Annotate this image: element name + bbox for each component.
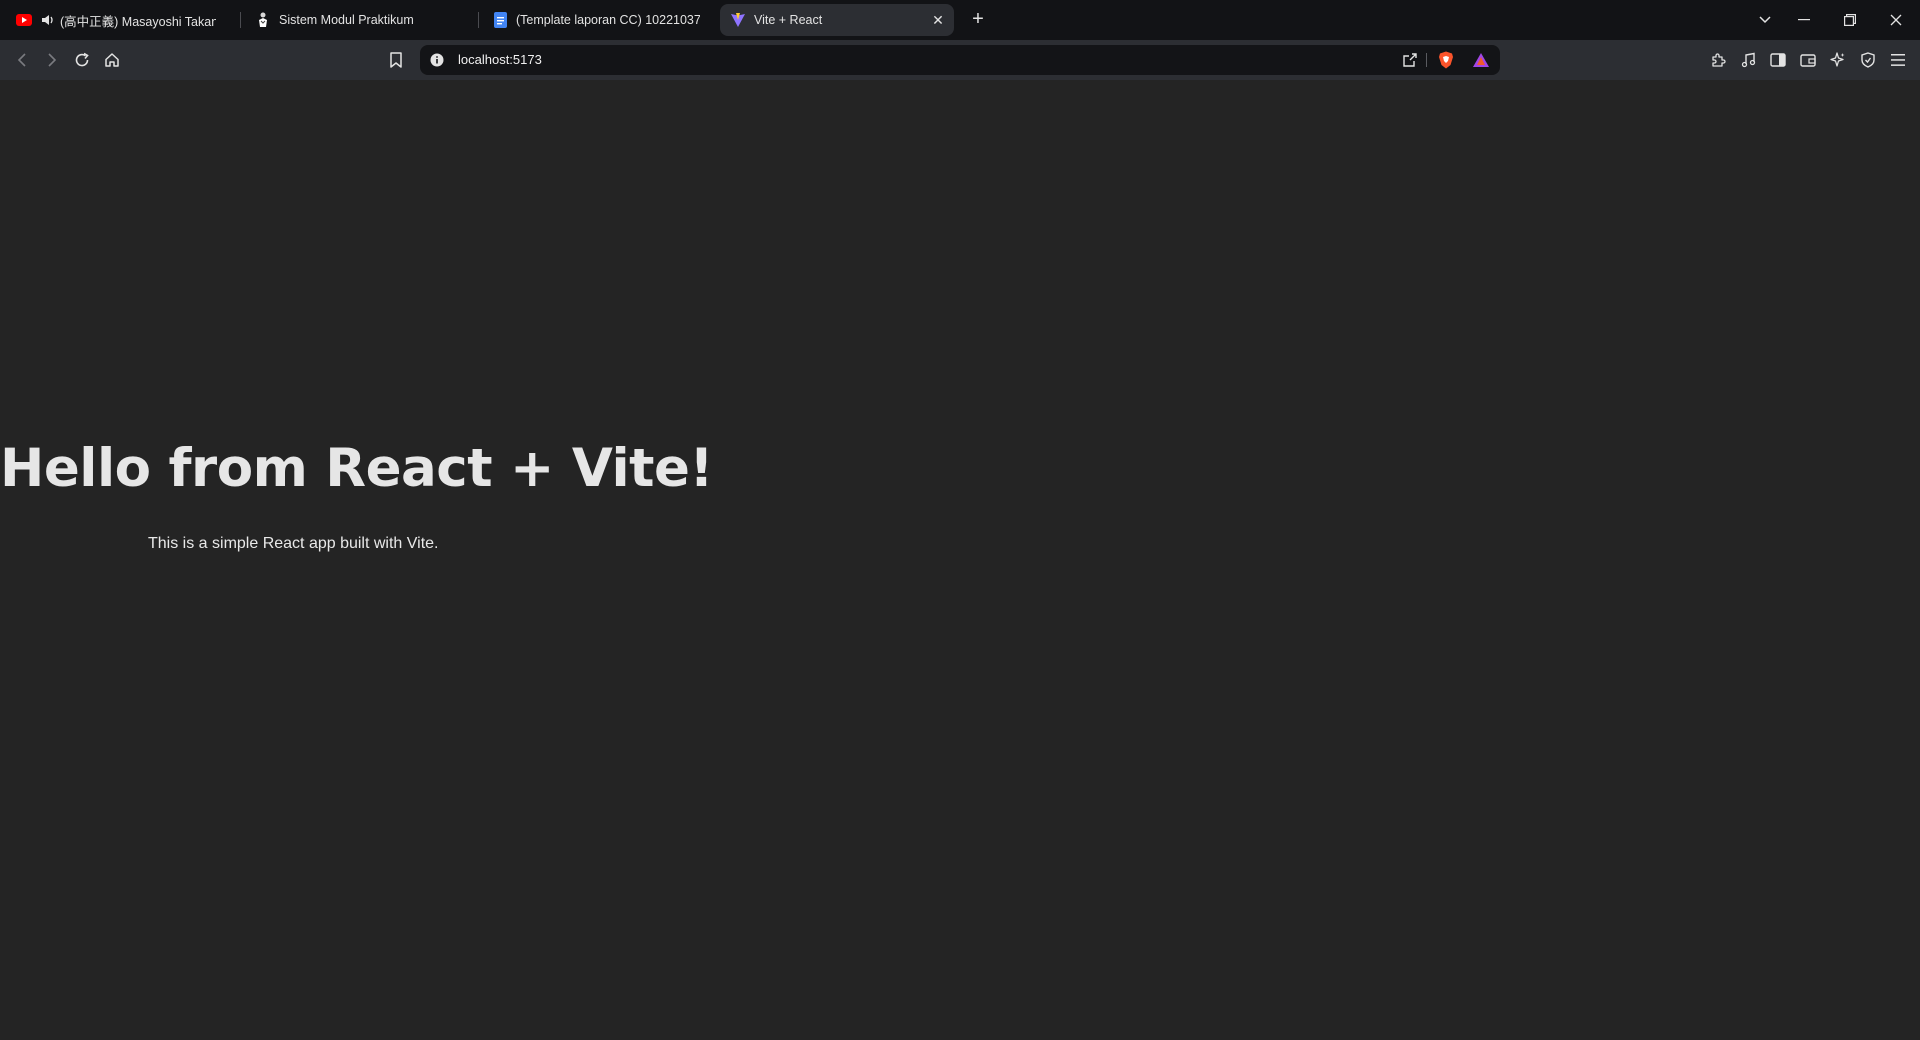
home-icon[interactable]	[100, 48, 124, 72]
wallet-icon[interactable]	[1796, 48, 1820, 72]
sidebar-icon[interactable]	[1766, 48, 1790, 72]
tab-template-laporan[interactable]: (Template laporan CC) 10221037_Pr	[482, 4, 710, 36]
address-bar[interactable]: localhost:5173	[420, 45, 1500, 75]
brave-rewards-icon[interactable]	[1472, 52, 1490, 68]
media-music-icon[interactable]	[1736, 48, 1760, 72]
tab-vite-react[interactable]: Vite + React ✕	[720, 4, 954, 36]
back-arrow-icon[interactable]	[10, 48, 34, 72]
docs-icon	[492, 12, 508, 28]
vpn-shield-icon[interactable]	[1856, 48, 1880, 72]
page-content: Hello from React + Vite! This is a simpl…	[0, 80, 1920, 1040]
youtube-icon	[16, 12, 32, 28]
tab-label: Sistem Modul Praktikum	[279, 13, 414, 27]
leo-ai-icon[interactable]	[1826, 48, 1850, 72]
tab-label: (高中正義) Masayoshi Takanaka	[60, 14, 216, 29]
extensions-icon[interactable]	[1706, 48, 1730, 72]
forward-arrow-icon[interactable]	[40, 48, 64, 72]
site-info-icon[interactable]	[430, 53, 444, 67]
figure-icon	[255, 12, 271, 28]
tab-label: Vite + React	[754, 13, 823, 27]
tab-search-icon[interactable]	[1751, 6, 1779, 34]
share-icon[interactable]	[1402, 52, 1418, 68]
tab-strip: (高中正義) Masayoshi Takanaka Sistem Modul P…	[0, 0, 1920, 40]
menu-icon[interactable]	[1886, 48, 1910, 72]
audio-playing-icon[interactable]	[40, 12, 56, 28]
close-tab-icon[interactable]: ✕	[930, 12, 946, 28]
tab-sistem-modul[interactable]: Sistem Modul Praktikum	[245, 4, 475, 36]
bookmark-icon[interactable]	[384, 48, 408, 72]
tab-label: (Template laporan CC) 10221037_Pr	[516, 13, 700, 27]
browser-toolbar: localhost:5173 1	[0, 40, 1920, 99]
tab-separator	[240, 12, 241, 28]
url-divider	[1426, 53, 1427, 67]
minimize-icon[interactable]	[1790, 6, 1818, 34]
tab-separator	[478, 12, 479, 28]
new-tab-button[interactable]: +	[966, 8, 990, 32]
url-text: localhost:5173	[458, 52, 542, 67]
tab-youtube[interactable]: (高中正義) Masayoshi Takanaka	[6, 4, 226, 36]
close-window-icon[interactable]	[1882, 6, 1910, 34]
vite-icon	[730, 12, 746, 28]
restore-icon[interactable]	[1836, 6, 1864, 34]
brave-shields-icon[interactable]	[1438, 51, 1454, 69]
page-heading: Hello from React + Vite!	[0, 438, 714, 499]
page-subtitle: This is a simple React app built with Vi…	[148, 535, 439, 552]
reload-icon[interactable]	[70, 48, 94, 72]
